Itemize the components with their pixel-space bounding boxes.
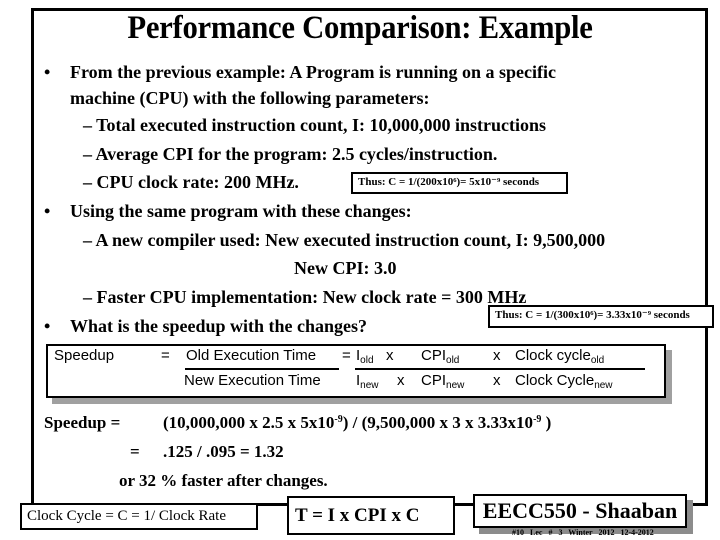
formula-label: Speedup (54, 347, 115, 364)
bullet-icon: • (44, 316, 51, 336)
bullet-1-line-1: From the previous example: A Program is … (70, 62, 556, 82)
sub-item-clock-rate: – CPU clock rate: 200 MHz. (83, 172, 299, 192)
frame-bottom-right (693, 503, 708, 506)
old-clock-note: Thus: C = 1/(200x10⁶)= 5x10⁻⁹ seconds (351, 172, 568, 194)
sub-item-average-cpi: – Average CPI for the program: 2.5 cycle… (83, 144, 498, 164)
execution-time-formula: T = I x CPI x C (287, 496, 455, 535)
sub-item-instruction-count: – Total executed instruction count, I: 1… (83, 115, 547, 135)
times-1: x (386, 347, 394, 364)
bullet-2-line-1: Using the same program with these change… (70, 201, 412, 221)
clock-cycle-definition: Clock Cycle = C = 1/ Clock Rate (20, 503, 258, 530)
slide-footer: #10 Lec # 3 Winter 2012 12-4-2012 (512, 528, 654, 537)
sub-item-new-compiler: – A new compiler used: New executed inst… (83, 230, 606, 250)
calc-equals: = (130, 442, 140, 461)
sub-item-new-cpi: New CPI: 3.0 (294, 258, 397, 278)
times-2: x (493, 347, 501, 364)
calc-line-3: or 32 % faster after changes. (119, 471, 328, 490)
times-4: x (493, 372, 501, 389)
formula-equals-1: = (161, 347, 170, 364)
sub-item-new-clock-rate: – Faster CPU implementation: New clock r… (83, 287, 527, 307)
speedup-formula-box: Speedup = Old Execution Time New Executi… (46, 344, 666, 398)
cpi-old: CPIold (421, 347, 460, 366)
new-clock-note: Thus: C = 1/(300x10⁶)= 3.33x10⁻⁹ seconds (488, 305, 714, 328)
bullet-icon: • (44, 201, 51, 221)
formula-numerator: Old Execution Time (186, 347, 317, 364)
cpi-new: CPInew (421, 372, 465, 391)
calc-line-1: (10,000,000 x 2.5 x 5x10-9) / (9,500,000… (163, 413, 552, 432)
times-3: x (397, 372, 405, 389)
fraction-bar-2 (355, 368, 645, 370)
bullet-icon: • (44, 62, 51, 82)
clock-cycle-old: Clock cycleold (515, 347, 605, 366)
slide-title: Performance Comparison: Example (127, 10, 593, 46)
bullet-1-line-2: machine (CPU) with the following paramet… (70, 88, 430, 108)
frame-bottom-mid2 (454, 503, 474, 506)
bullet-3-line-1: What is the speedup with the changes? (70, 316, 368, 336)
fraction-bar-1 (185, 368, 339, 370)
formula-equals-2: = (342, 347, 351, 364)
frame-bottom-mid1 (256, 503, 288, 506)
calc-line-2: .125 / .095 = 1.32 (163, 442, 284, 461)
clock-cycle-new: Clock Cyclenew (515, 372, 613, 391)
calc-label: Speedup = (44, 413, 121, 432)
formula-denominator: New Execution Time (184, 372, 321, 389)
i-new: Inew (356, 372, 379, 391)
course-brand: EECC550 - Shaaban (473, 494, 687, 528)
i-old: Iold (356, 347, 374, 366)
